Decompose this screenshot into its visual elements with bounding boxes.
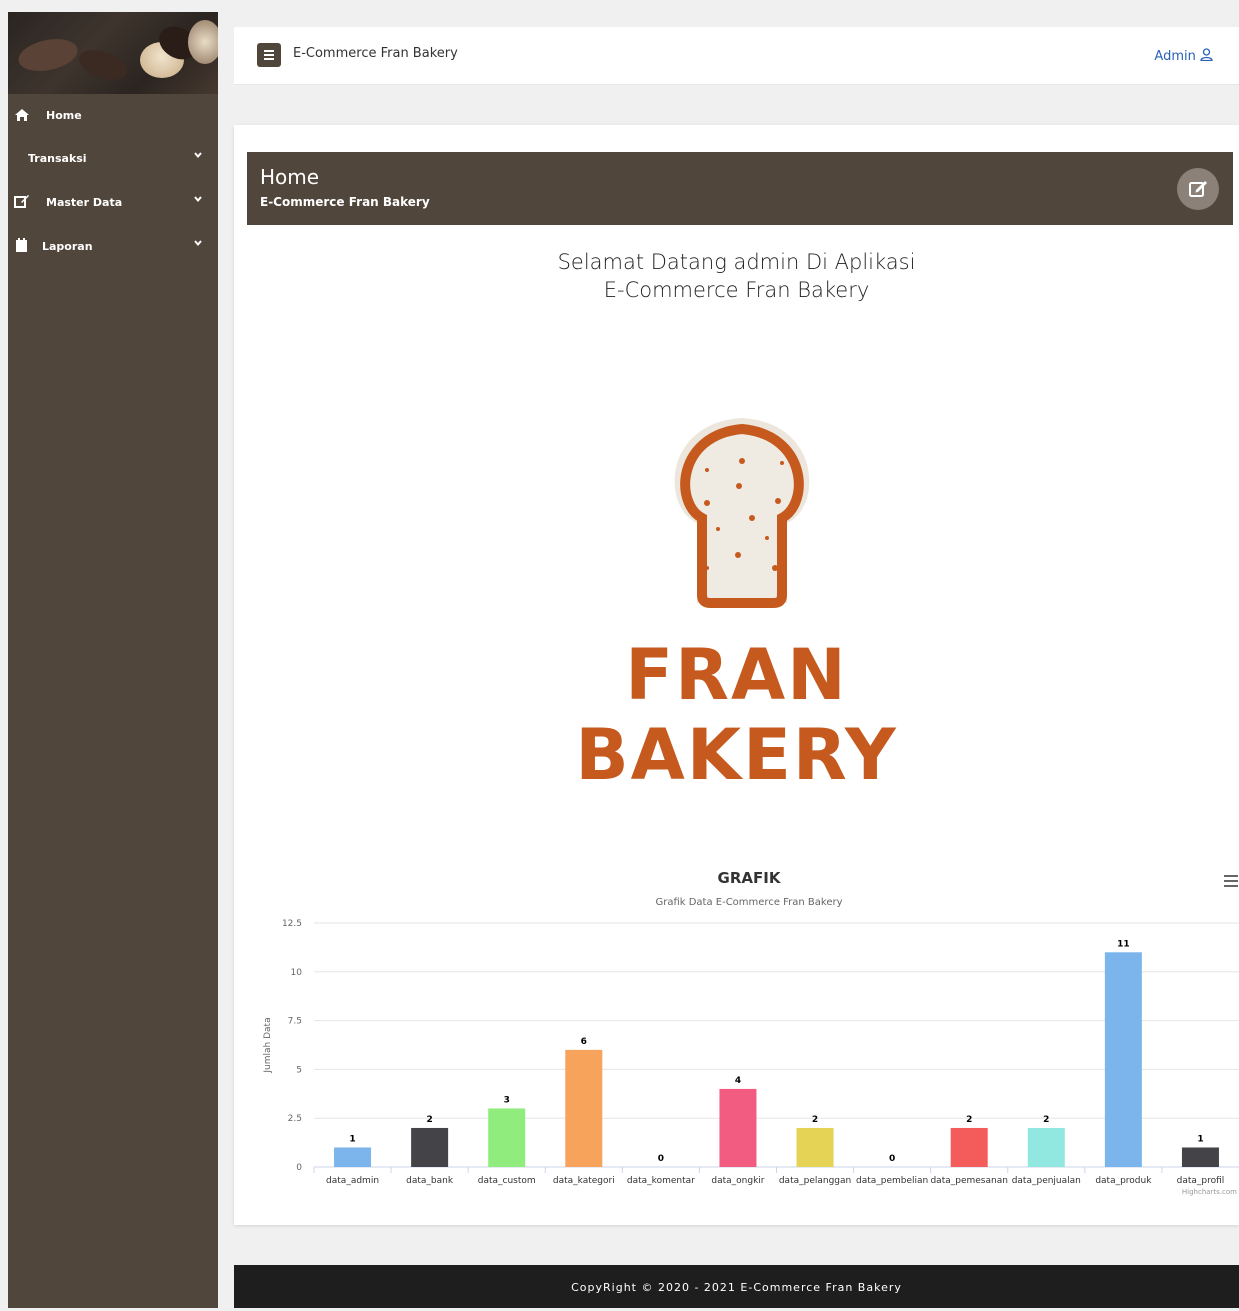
chart-bar <box>411 1127 449 1167</box>
brand-line-1: FRAN <box>625 634 848 716</box>
bar-data-label: 2 <box>426 1115 432 1125</box>
edit-icon <box>1189 181 1207 197</box>
sidebar-item-home[interactable]: Home <box>8 94 218 136</box>
bar-data-label: 2 <box>966 1115 972 1125</box>
x-tick-label: data_admin <box>326 1176 379 1186</box>
page-subtitle: E-Commerce Fran Bakery <box>260 195 430 209</box>
x-tick-label: data_ongkir <box>711 1176 764 1186</box>
y-tick-label: 7.5 <box>288 1017 302 1027</box>
bar-data-label: 1 <box>349 1134 355 1144</box>
y-tick-label: 12.5 <box>282 919 302 929</box>
welcome-line-1: Selamat Datang admin Di Aplikasi <box>557 250 916 274</box>
x-tick-label: data_kategori <box>553 1176 615 1186</box>
bar-data-label: 4 <box>735 1076 741 1086</box>
x-tick-label: data_pemesanan <box>930 1176 1007 1186</box>
chart-bar <box>488 1108 526 1167</box>
sidebar-item-laporan[interactable]: Laporan <box>8 224 218 268</box>
chevron-down-icon <box>194 152 202 159</box>
chart-title: GRAFIK <box>717 869 781 887</box>
bar-data-label: 2 <box>1043 1115 1049 1125</box>
edit-button[interactable] <box>1177 168 1219 210</box>
chart-bar <box>565 1049 603 1167</box>
sidebar-item-label: Home <box>46 108 82 122</box>
bar-data-label: 3 <box>504 1095 510 1105</box>
sidebar-item-label: Master Data <box>46 195 123 209</box>
sidebar-item-label: Transaksi <box>28 151 87 165</box>
chart-bar <box>1027 1127 1065 1167</box>
bar-data-label: 0 <box>889 1154 895 1164</box>
footer: CopyRight © 2020 - 2021 E-Commerce Fran … <box>234 1265 1239 1308</box>
navbar-title: E-Commerce Fran Bakery <box>293 46 458 61</box>
x-tick-label: data_pembelian <box>856 1176 928 1186</box>
chevron-down-icon <box>194 240 202 247</box>
sidebar-item-label: Laporan <box>42 239 93 253</box>
bar-data-label: 0 <box>658 1154 664 1164</box>
calendar-icon <box>16 238 27 252</box>
page-header: Home E-Commerce Fran Bakery <box>247 152 1233 225</box>
bar-data-label: 6 <box>581 1037 587 1047</box>
chart-bar <box>796 1127 834 1167</box>
chart-bar <box>1104 952 1142 1167</box>
welcome-line-2: E-Commerce Fran Bakery <box>603 278 870 302</box>
sidebar-banner-image <box>8 12 218 94</box>
bread-logo-icon <box>674 418 810 608</box>
user-name: Admin <box>1154 49 1196 64</box>
y-tick-label: 2.5 <box>288 1114 302 1124</box>
bar-data-label: 11 <box>1117 939 1130 949</box>
sidebar-item-master-data[interactable]: Master Data <box>8 180 218 224</box>
y-tick-label: 10 <box>291 968 303 978</box>
content-card: Home E-Commerce Fran Bakery Selamat Data… <box>234 125 1239 1225</box>
y-tick-label: 5 <box>296 1065 302 1075</box>
copyright-text: CopyRight © 2020 - 2021 E-Commerce Fran … <box>571 1281 902 1294</box>
menu-toggle-button[interactable] <box>257 43 281 67</box>
x-tick-label: data_custom <box>478 1176 536 1186</box>
bar-data-label: 2 <box>812 1115 818 1125</box>
x-tick-label: data_penjualan <box>1012 1176 1081 1186</box>
y-tick-label: 0 <box>296 1163 302 1173</box>
bar-chart: 02.557.51012.5Jumlah Data1data_admin2dat… <box>263 919 1239 1196</box>
chevron-down-icon <box>194 196 202 203</box>
chart-bar <box>950 1127 988 1167</box>
chart-credits: Highcharts.com <box>1182 1188 1237 1196</box>
welcome-message: Selamat Datang admin Di Aplikasi E-Comme… <box>234 248 1239 304</box>
brand-line-2: BAKERY <box>575 714 898 796</box>
bar-data-label: 1 <box>1197 1134 1203 1144</box>
user-icon <box>1200 48 1213 62</box>
chart-bar <box>334 1147 372 1167</box>
chart-menu-icon[interactable] <box>1224 875 1238 887</box>
top-navbar: E-Commerce Fran Bakery Admin <box>234 27 1239 85</box>
edit-icon <box>14 195 29 208</box>
sidebar-item-transaksi[interactable]: Transaksi <box>8 136 218 180</box>
home-icon <box>15 109 29 121</box>
x-tick-label: data_bank <box>406 1176 454 1186</box>
chart-bar <box>719 1088 757 1167</box>
chart-bar <box>1181 1147 1219 1167</box>
y-axis-title: Jumlah Data <box>263 1017 273 1073</box>
user-menu[interactable]: Admin <box>1154 48 1213 64</box>
sidebar: Home Transaksi Master Data Laporan <box>8 12 218 1308</box>
page-title: Home <box>260 165 320 189</box>
chart-subtitle: Grafik Data E-Commerce Fran Bakery <box>655 897 843 908</box>
x-tick-label: data_komentar <box>627 1176 695 1186</box>
x-tick-label: data_pelanggan <box>779 1176 851 1186</box>
x-tick-label: data_profil <box>1177 1176 1225 1186</box>
x-tick-label: data_produk <box>1095 1176 1152 1186</box>
